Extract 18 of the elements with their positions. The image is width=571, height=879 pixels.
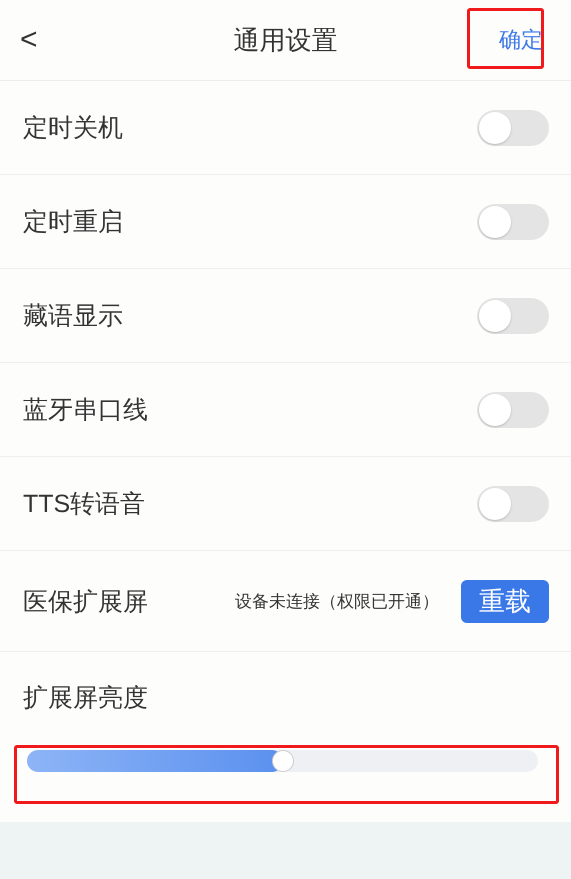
- setting-label: 医保扩展屏: [23, 586, 148, 618]
- setting-label: 蓝牙串口线: [23, 395, 148, 426]
- page-title: 通用设置: [232, 24, 338, 56]
- setting-label: 定时关机: [23, 113, 123, 144]
- setting-label: 定时重启: [23, 207, 123, 238]
- setting-label: TTS转语音: [23, 489, 146, 520]
- toggle-switch[interactable]: [477, 298, 549, 334]
- status-text: 设备未连接（权限已开通）: [235, 590, 439, 612]
- toggle-switch[interactable]: [477, 486, 549, 522]
- setting-label: 扩展屏亮度: [23, 682, 148, 714]
- confirm-button[interactable]: 确定: [491, 25, 571, 55]
- reload-button[interactable]: 重载: [461, 580, 549, 622]
- setting-label: 藏语显示: [23, 301, 123, 332]
- brightness-slider[interactable]: [27, 750, 538, 772]
- toggle-switch[interactable]: [477, 204, 549, 240]
- toggle-switch[interactable]: [477, 110, 549, 146]
- back-button[interactable]: <: [0, 22, 80, 58]
- toggle-switch[interactable]: [477, 392, 549, 428]
